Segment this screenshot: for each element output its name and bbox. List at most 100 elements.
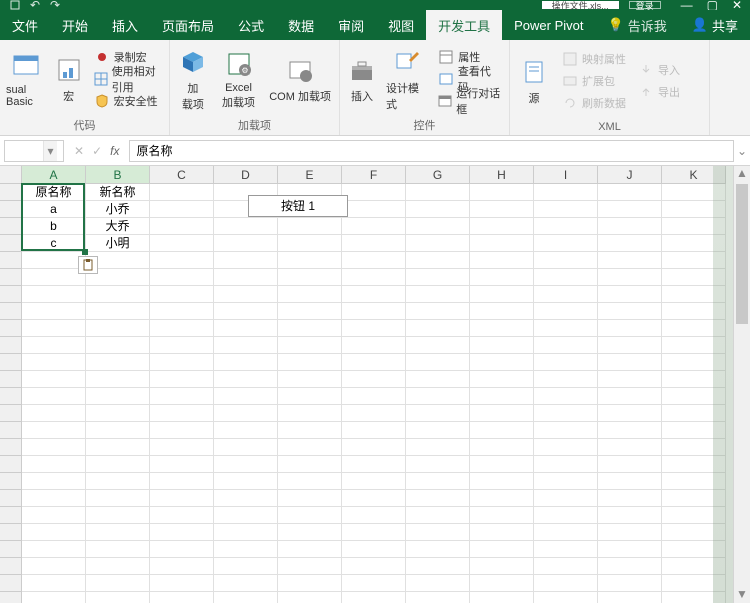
undo-icon[interactable]: ↶ xyxy=(28,0,42,10)
cell[interactable] xyxy=(150,473,214,490)
cell[interactable] xyxy=(598,473,662,490)
cell[interactable] xyxy=(150,507,214,524)
cell[interactable] xyxy=(150,303,214,320)
cell[interactable] xyxy=(22,354,86,371)
column-header-F[interactable]: F xyxy=(342,166,406,184)
column-header-J[interactable]: J xyxy=(598,166,662,184)
row-header-17[interactable] xyxy=(0,456,22,473)
cell[interactable] xyxy=(22,456,86,473)
macros-button[interactable]: 宏 xyxy=(54,54,84,104)
cell[interactable] xyxy=(470,388,534,405)
cell[interactable] xyxy=(86,524,150,541)
cell[interactable] xyxy=(278,422,342,439)
cell[interactable] xyxy=(598,558,662,575)
cell[interactable] xyxy=(406,592,470,603)
cell[interactable] xyxy=(342,541,406,558)
cell[interactable] xyxy=(86,541,150,558)
cell[interactable] xyxy=(406,575,470,592)
cell[interactable] xyxy=(534,303,598,320)
cell[interactable] xyxy=(214,337,278,354)
cell[interactable] xyxy=(470,592,534,603)
column-header-H[interactable]: H xyxy=(470,166,534,184)
tab-developer[interactable]: 开发工具 xyxy=(426,10,502,40)
tell-me[interactable]: 💡 告诉我 xyxy=(596,10,679,40)
cell[interactable] xyxy=(22,439,86,456)
cell[interactable] xyxy=(86,592,150,603)
cell[interactable] xyxy=(278,235,342,252)
cell[interactable] xyxy=(534,286,598,303)
cell[interactable] xyxy=(598,354,662,371)
cell[interactable] xyxy=(150,490,214,507)
cell[interactable] xyxy=(406,558,470,575)
cell[interactable] xyxy=(406,541,470,558)
cell[interactable] xyxy=(22,558,86,575)
cell[interactable] xyxy=(278,490,342,507)
cell[interactable] xyxy=(278,218,342,235)
cell[interactable] xyxy=(150,201,214,218)
cell[interactable] xyxy=(598,422,662,439)
cell[interactable] xyxy=(342,524,406,541)
cell[interactable] xyxy=(406,303,470,320)
cell[interactable] xyxy=(150,286,214,303)
cell[interactable] xyxy=(86,456,150,473)
cell[interactable] xyxy=(406,269,470,286)
row-header-4[interactable] xyxy=(0,235,22,252)
tab-page-layout[interactable]: 页面布局 xyxy=(150,10,226,40)
cell[interactable] xyxy=(342,303,406,320)
cell[interactable] xyxy=(214,235,278,252)
cell[interactable] xyxy=(22,405,86,422)
cell[interactable] xyxy=(342,592,406,603)
cell[interactable] xyxy=(22,541,86,558)
cell[interactable] xyxy=(22,286,86,303)
cell[interactable] xyxy=(278,337,342,354)
vertical-scrollbar[interactable]: ▲ ▼ xyxy=(733,166,750,603)
cell[interactable] xyxy=(470,558,534,575)
row-header-13[interactable] xyxy=(0,388,22,405)
cell[interactable] xyxy=(470,320,534,337)
row-header-6[interactable] xyxy=(0,269,22,286)
row-header-12[interactable] xyxy=(0,371,22,388)
cell[interactable] xyxy=(534,456,598,473)
cell[interactable] xyxy=(22,473,86,490)
cell[interactable] xyxy=(150,388,214,405)
cell[interactable] xyxy=(150,269,214,286)
cell[interactable] xyxy=(86,558,150,575)
cell[interactable] xyxy=(214,558,278,575)
cell[interactable] xyxy=(214,541,278,558)
cell[interactable] xyxy=(214,252,278,269)
fx-icon[interactable]: fx xyxy=(110,144,119,158)
cell[interactable] xyxy=(534,558,598,575)
cell[interactable] xyxy=(150,218,214,235)
design-mode-button[interactable]: 设计模式 xyxy=(386,46,428,112)
cell[interactable] xyxy=(598,303,662,320)
cell[interactable] xyxy=(278,252,342,269)
cell[interactable] xyxy=(534,184,598,201)
cell[interactable] xyxy=(150,371,214,388)
refresh-data-button[interactable]: 刷新数据 xyxy=(560,93,628,113)
cell[interactable] xyxy=(86,286,150,303)
cell[interactable] xyxy=(534,320,598,337)
cell[interactable] xyxy=(598,201,662,218)
cell[interactable] xyxy=(598,252,662,269)
cell[interactable] xyxy=(214,269,278,286)
tab-file[interactable]: 文件 xyxy=(0,10,50,40)
cell[interactable] xyxy=(534,541,598,558)
cell[interactable] xyxy=(22,388,86,405)
cell[interactable] xyxy=(406,184,470,201)
cell[interactable] xyxy=(342,184,406,201)
visual-basic-button[interactable]: sual Basic xyxy=(6,50,46,108)
cell[interactable]: 小明 xyxy=(86,235,150,252)
column-header-C[interactable]: C xyxy=(150,166,214,184)
row-header-24[interactable] xyxy=(0,575,22,592)
cell[interactable]: 新名称 xyxy=(86,184,150,201)
cell[interactable] xyxy=(342,337,406,354)
cell[interactable] xyxy=(150,541,214,558)
share-button[interactable]: 👤 共享 xyxy=(680,10,750,40)
row-header-10[interactable] xyxy=(0,337,22,354)
cell[interactable] xyxy=(406,371,470,388)
login-button[interactable]: 登录 xyxy=(629,1,661,9)
cell[interactable] xyxy=(470,235,534,252)
cell[interactable] xyxy=(342,320,406,337)
cell[interactable] xyxy=(406,456,470,473)
tab-review[interactable]: 审阅 xyxy=(326,10,376,40)
